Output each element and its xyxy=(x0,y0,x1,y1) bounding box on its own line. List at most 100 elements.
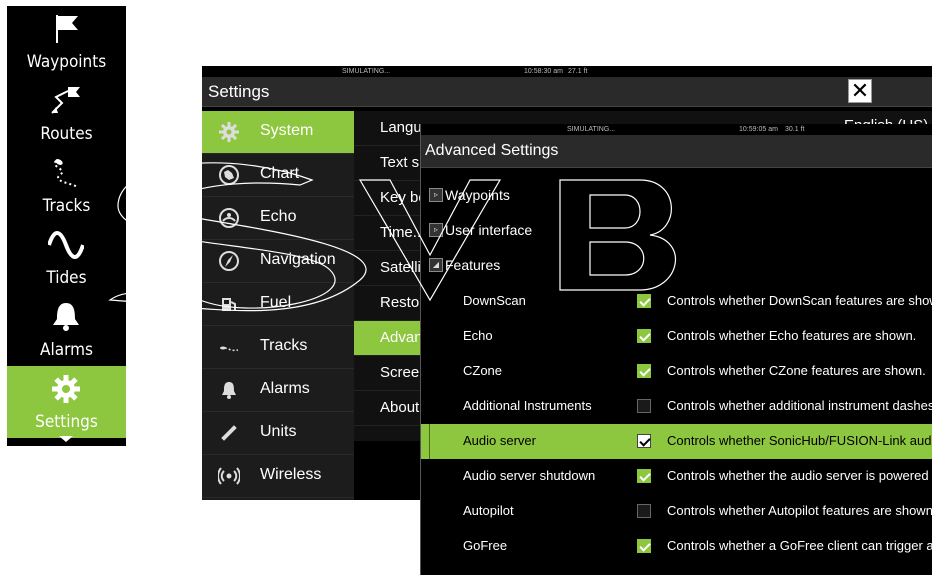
compass-icon xyxy=(219,251,239,271)
option-label: Text si xyxy=(380,154,423,171)
sidemenu-item-settings[interactable]: Settings xyxy=(7,366,126,438)
feature-checkbox[interactable] xyxy=(637,364,651,378)
feature-row-audio-server-shutdown[interactable]: Audio server shutdown Controls whether t… xyxy=(421,459,932,494)
feature-checkbox[interactable] xyxy=(637,294,651,308)
sidemenu-label: Alarms xyxy=(40,340,93,360)
feature-checkbox[interactable] xyxy=(637,504,651,518)
category-label: Chart xyxy=(260,165,300,182)
feature-description: Controls whether DownScan features are s… xyxy=(667,293,932,308)
tide-wave-icon xyxy=(48,231,84,259)
track-icon xyxy=(220,346,239,352)
tree-label: Features xyxy=(445,257,501,273)
feature-row-downscan[interactable]: DownScan Controls whether DownScan featu… xyxy=(421,284,932,319)
tree-node-waypoints[interactable]: ▹ Waypoints xyxy=(421,179,932,214)
sidemenu-label: Routes xyxy=(40,124,93,144)
sidemenu-label: Tides xyxy=(46,268,87,288)
feature-name: Audio server xyxy=(463,433,536,448)
feature-name: Audio server shutdown xyxy=(463,468,596,483)
sidemenu-item-alarms[interactable]: Alarms xyxy=(7,294,126,366)
fuel-icon xyxy=(222,298,236,311)
sim-status: SIMULATING... xyxy=(342,68,391,75)
category-echo[interactable]: Echo xyxy=(202,197,354,240)
category-wireless[interactable]: Wireless xyxy=(202,455,354,498)
window-title: Settings xyxy=(208,82,270,101)
category-label: Alarms xyxy=(260,380,310,397)
gear-icon xyxy=(52,375,80,403)
category-alarms[interactable]: Alarms xyxy=(202,369,354,412)
title-bar: Settings xyxy=(202,77,932,107)
feature-name: GoFree xyxy=(463,538,508,553)
category-label: Echo xyxy=(260,208,297,225)
feature-description: Controls whether the audio server is pow… xyxy=(667,468,932,483)
tree-node-features[interactable]: ◢ Features xyxy=(421,249,932,284)
category-units[interactable]: Units xyxy=(202,412,354,455)
feature-row-additional-instruments[interactable]: Additional Instruments Controls whether … xyxy=(421,389,932,424)
category-system[interactable]: System xyxy=(202,111,354,154)
bell-icon xyxy=(222,382,236,399)
feature-checkbox[interactable] xyxy=(637,399,651,413)
category-label: Wireless xyxy=(260,466,322,483)
sidemenu-item-routes[interactable]: Routes xyxy=(7,78,126,150)
status-bar: SIMULATING... 10:58:30 am 27.1 ft xyxy=(202,66,932,77)
echo-icon xyxy=(219,208,239,228)
tree-node-user-interface[interactable]: ▹ User interface xyxy=(421,214,932,249)
feature-description: Controls whether additional instrument d… xyxy=(667,398,932,413)
category-list: System Chart Echo Navigation Fuel Tracks… xyxy=(202,111,354,500)
feature-description: Controls whether Autopilot features are … xyxy=(667,503,932,518)
category-label: Tracks xyxy=(260,337,308,354)
clock: 10:59:05 am xyxy=(739,126,778,133)
feature-description: Controls whether CZone features are show… xyxy=(667,363,926,378)
category-label: Units xyxy=(260,423,297,440)
expand-icon[interactable]: ▹ xyxy=(429,188,443,202)
feature-row-czone[interactable]: CZone Controls whether CZone features ar… xyxy=(421,354,932,389)
route-icon xyxy=(51,87,80,114)
feature-checkbox[interactable] xyxy=(637,539,651,553)
sim-status: SIMULATING... xyxy=(567,126,616,133)
category-fuel[interactable]: Fuel xyxy=(202,283,354,326)
collapse-icon[interactable]: ◢ xyxy=(429,258,443,272)
feature-row-echo[interactable]: Echo Controls whether Echo features are … xyxy=(421,319,932,354)
status-bar: SIMULATING... 10:59:05 am 30.1 ft xyxy=(421,124,932,135)
feature-name: CZone xyxy=(463,363,503,378)
sidemenu-label: Waypoints xyxy=(26,52,107,72)
option-label: Satelli xyxy=(380,259,421,276)
expand-icon[interactable]: ▹ xyxy=(429,223,443,237)
track-icon xyxy=(53,159,79,188)
category-label: Fuel xyxy=(260,294,292,311)
category-label: System xyxy=(260,122,314,139)
feature-description: Controls whether SonicHub/FUSION-Link au… xyxy=(667,433,932,448)
bell-icon xyxy=(53,303,79,331)
feature-description: Controls whether a GoFree client can tri… xyxy=(667,538,932,553)
depth-readout: 30.1 ft xyxy=(785,126,805,133)
option-label: Restor xyxy=(380,294,425,311)
feature-checkbox[interactable] xyxy=(637,434,651,448)
feature-row-autopilot[interactable]: Autopilot Controls whether Autopilot fea… xyxy=(421,494,932,529)
close-button[interactable]: ✕ xyxy=(848,79,872,103)
category-chart[interactable]: Chart xyxy=(202,154,354,197)
gear-icon xyxy=(219,122,239,142)
category-tracks[interactable]: Tracks xyxy=(202,326,354,369)
flag-icon xyxy=(56,15,78,43)
side-menu: Waypoints Routes Tracks Tides Alarms Set… xyxy=(7,6,126,446)
option-label: Time... xyxy=(380,224,426,241)
sidemenu-label: Tracks xyxy=(42,196,91,216)
sidemenu-item-waypoints[interactable]: Waypoints xyxy=(7,6,126,78)
clock: 10:58:30 am xyxy=(524,68,563,75)
depth-readout: 27.1 ft xyxy=(568,68,588,75)
window-title: Advanced Settings xyxy=(425,142,559,159)
feature-row-audio-server[interactable]: Audio server Controls whether SonicHub/F… xyxy=(421,424,932,459)
selection-marker xyxy=(429,424,430,459)
title-bar: Advanced Settings xyxy=(421,135,932,168)
feature-name: DownScan xyxy=(463,293,526,308)
category-label: Navigation xyxy=(260,251,336,268)
tree-label: Waypoints xyxy=(445,187,510,203)
tree-label: User interface xyxy=(445,222,533,238)
feature-checkbox[interactable] xyxy=(637,329,651,343)
feature-checkbox[interactable] xyxy=(637,469,651,483)
sidemenu-item-tracks[interactable]: Tracks xyxy=(7,150,126,222)
option-label: About xyxy=(380,399,420,416)
sidemenu-item-tides[interactable]: Tides xyxy=(7,222,126,294)
feature-description: Controls whether Echo features are shown… xyxy=(667,328,917,343)
feature-row-gofree[interactable]: GoFree Controls whether a GoFree client … xyxy=(421,529,932,564)
category-navigation[interactable]: Navigation xyxy=(202,240,354,283)
